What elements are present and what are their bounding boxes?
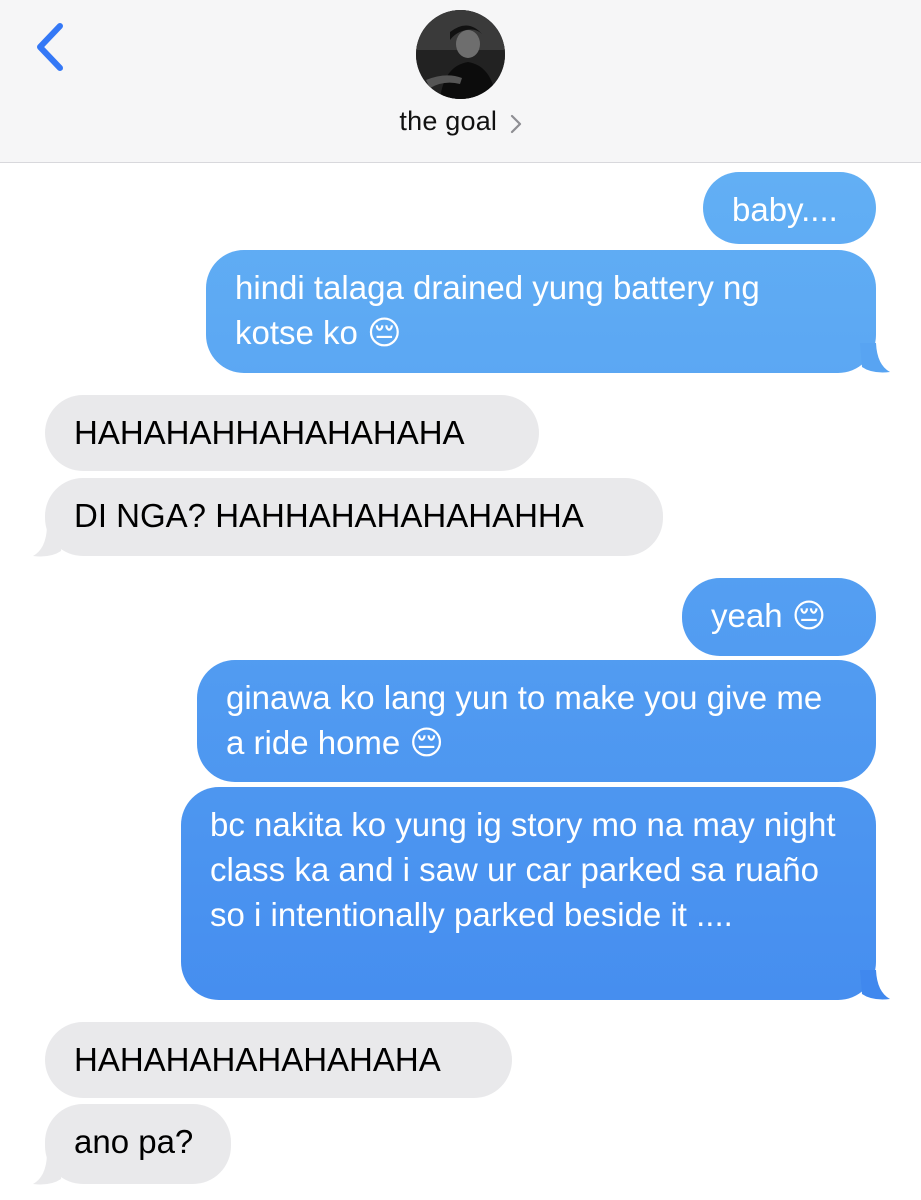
message-text: baby.... <box>732 191 838 228</box>
message-text: DI NGA? HAHHAHAHAHAHAHHA <box>74 497 584 534</box>
message-text: HAHAHAHHAHAHAHAHA <box>74 414 465 451</box>
contact-name-button[interactable]: the goal <box>0 106 921 137</box>
received-message[interactable]: HAHAHAHHAHAHAHAHA <box>45 395 539 471</box>
sent-message[interactable]: baby.... <box>703 172 876 244</box>
sent-message[interactable]: hindi talaga drained yung battery ng kot… <box>206 250 876 373</box>
received-message[interactable]: HAHAHAHAHAHAHAHA <box>45 1022 512 1098</box>
sent-message[interactable]: ginawa ko lang yun to make you give me a… <box>197 660 876 782</box>
chevron-left-icon <box>37 23 63 71</box>
message-text: hindi talaga drained yung battery ng kot… <box>235 269 760 351</box>
message-text: bc nakita ko yung ig story mo na may nig… <box>210 806 836 933</box>
conversation-header: the goal <box>0 0 921 163</box>
contact-avatar[interactable] <box>416 10 505 99</box>
message-text: yeah 😔 <box>711 597 827 634</box>
received-message[interactable]: ano pa? <box>45 1104 231 1184</box>
messages-screen: the goal baby.... hindi talaga drained y… <box>0 0 921 1200</box>
back-button[interactable] <box>30 20 74 76</box>
chevron-right-icon <box>510 114 521 133</box>
contact-name: the goal <box>399 106 498 136</box>
sent-message[interactable]: bc nakita ko yung ig story mo na may nig… <box>181 787 876 1000</box>
received-message[interactable]: DI NGA? HAHHAHAHAHAHAHHA <box>45 478 663 556</box>
message-text: ano pa? <box>74 1123 194 1160</box>
message-text: ginawa ko lang yun to make you give me a… <box>226 679 823 761</box>
message-text: HAHAHAHAHAHAHAHA <box>74 1041 441 1078</box>
sent-message[interactable]: yeah 😔 <box>682 578 876 656</box>
